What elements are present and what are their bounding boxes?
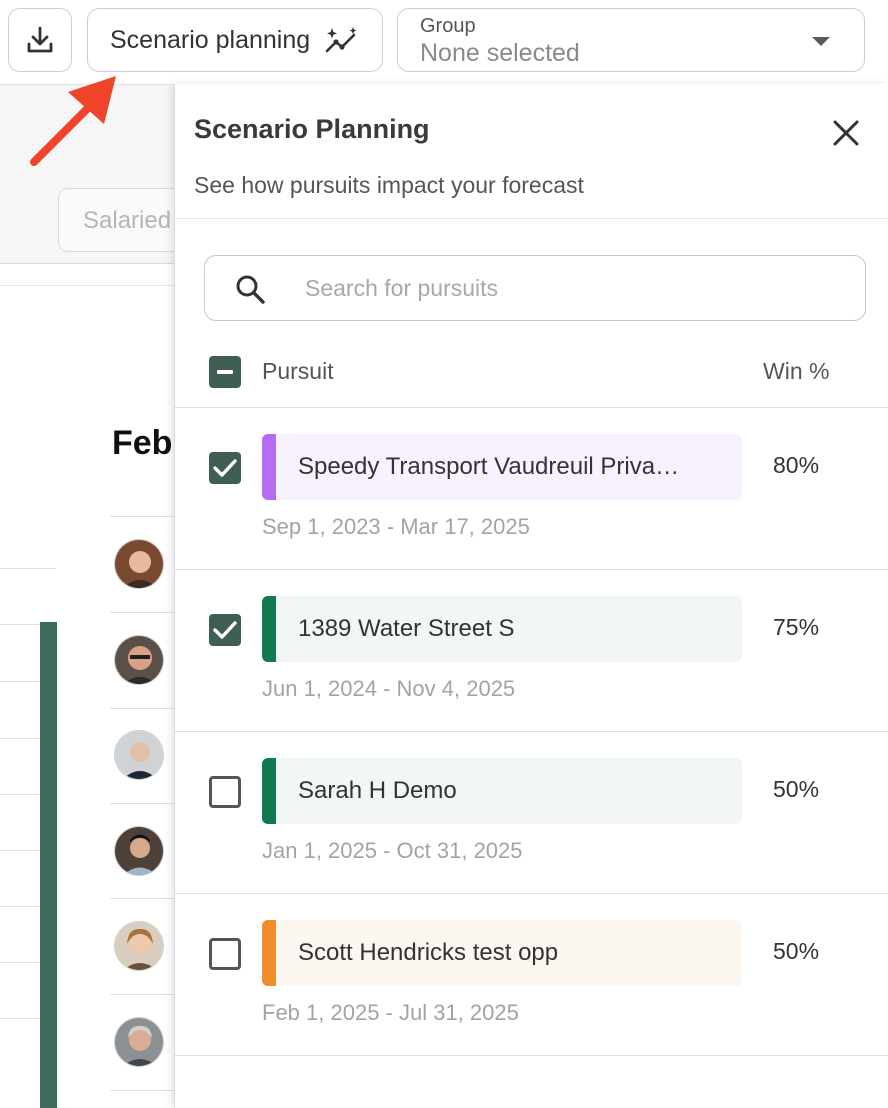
pursuit-color-stripe [262,758,276,824]
divider [0,285,175,286]
divider [110,1090,176,1091]
avatar [114,921,164,971]
pursuit-win-percent: 75% [773,614,820,640]
divider [0,263,175,264]
pursuit-color-stripe [262,920,276,986]
pursuit-checkbox[interactable] [209,938,241,970]
avatar [114,826,164,876]
divider [110,898,176,899]
divider [110,516,176,517]
annotation-arrow-icon [30,76,116,166]
pursuit-color-stripe [262,596,276,662]
divider [175,218,888,219]
avatar [114,635,164,685]
group-select-label: Group [420,15,476,37]
divider [0,1018,40,1019]
pursuit-checkbox[interactable] [209,614,241,646]
pursuit-dates: Jan 1, 2025 - Oct 31, 2025 [262,838,523,863]
panel-title: Scenario Planning [194,114,430,144]
pursuit-row: Scott Hendricks test opp 50% Feb 1, 2025… [175,894,888,1056]
pursuit-checkbox[interactable] [209,452,241,484]
pursuit-win-percent: 50% [773,938,820,964]
divider [0,681,40,682]
pursuit-color-stripe [262,434,276,500]
pursuit-name-box[interactable]: Scott Hendricks test opp [262,920,742,986]
pursuit-win-percent: 50% [773,776,820,802]
pursuit-name: 1389 Water Street S [298,615,515,642]
pursuit-dates: Feb 1, 2025 - Jul 31, 2025 [262,1000,519,1025]
pursuit-name: Speedy Transport Vaudreuil Priva… [298,453,680,480]
top-toolbar: Scenario planning Group None selected [0,0,888,84]
group-select[interactable]: Group None selected [397,8,865,72]
divider [0,850,40,851]
pursuit-name-box[interactable]: 1389 Water Street S [262,596,742,662]
divider [0,624,40,625]
divider [0,794,40,795]
pursuit-dates: Sep 1, 2023 - Mar 17, 2025 [262,514,530,539]
avatar [114,1017,164,1067]
pursuit-win-percent: 80% [773,452,820,478]
divider [110,612,176,613]
sparkle-chart-icon [325,27,357,53]
scenario-planning-label: Scenario planning [110,25,311,54]
chevron-down-icon [812,37,830,46]
search-box[interactable] [204,255,866,321]
select-all-checkbox[interactable] [209,356,241,388]
avatar [114,730,164,780]
divider [0,962,40,963]
scenario-planning-button[interactable]: Scenario planning [87,8,383,72]
download-icon [27,26,53,53]
divider [110,803,176,804]
divider [0,568,56,569]
pursuit-dates: Jun 1, 2024 - Nov 4, 2025 [262,676,516,701]
checkmark-icon [213,459,237,477]
checkmark-icon [213,621,237,639]
avatar [114,539,164,589]
download-button[interactable] [8,8,72,72]
divider [110,994,176,995]
panel-subtitle: See how pursuits impact your forecast [194,172,584,198]
divider [0,906,40,907]
pursuit-name: Sarah H Demo [298,777,457,804]
pursuit-name-box[interactable]: Sarah H Demo [262,758,742,824]
divider [0,738,40,739]
column-header-win: Win % [763,358,830,384]
scenario-planning-panel: Scenario Planning See how pursuits impac… [174,84,888,1108]
timeline-bar [40,622,57,1108]
search-input[interactable] [305,256,845,320]
pursuit-row: Speedy Transport Vaudreuil Priva… 80% Se… [175,408,888,570]
close-icon[interactable] [831,118,861,148]
search-icon [236,275,265,304]
salaried-filter-label: Salaried [83,207,172,234]
pursuit-name: Scott Hendricks test opp [298,939,559,966]
pursuit-row: 1389 Water Street S 75% Jun 1, 2024 - No… [175,570,888,732]
pursuit-name-box[interactable]: Speedy Transport Vaudreuil Priva… [262,434,742,500]
pursuit-row: Sarah H Demo 50% Jan 1, 2025 - Oct 31, 2… [175,732,888,894]
divider [110,708,176,709]
group-select-value: None selected [420,39,580,67]
pursuit-checkbox[interactable] [209,776,241,808]
column-header-pursuit: Pursuit [262,358,334,384]
